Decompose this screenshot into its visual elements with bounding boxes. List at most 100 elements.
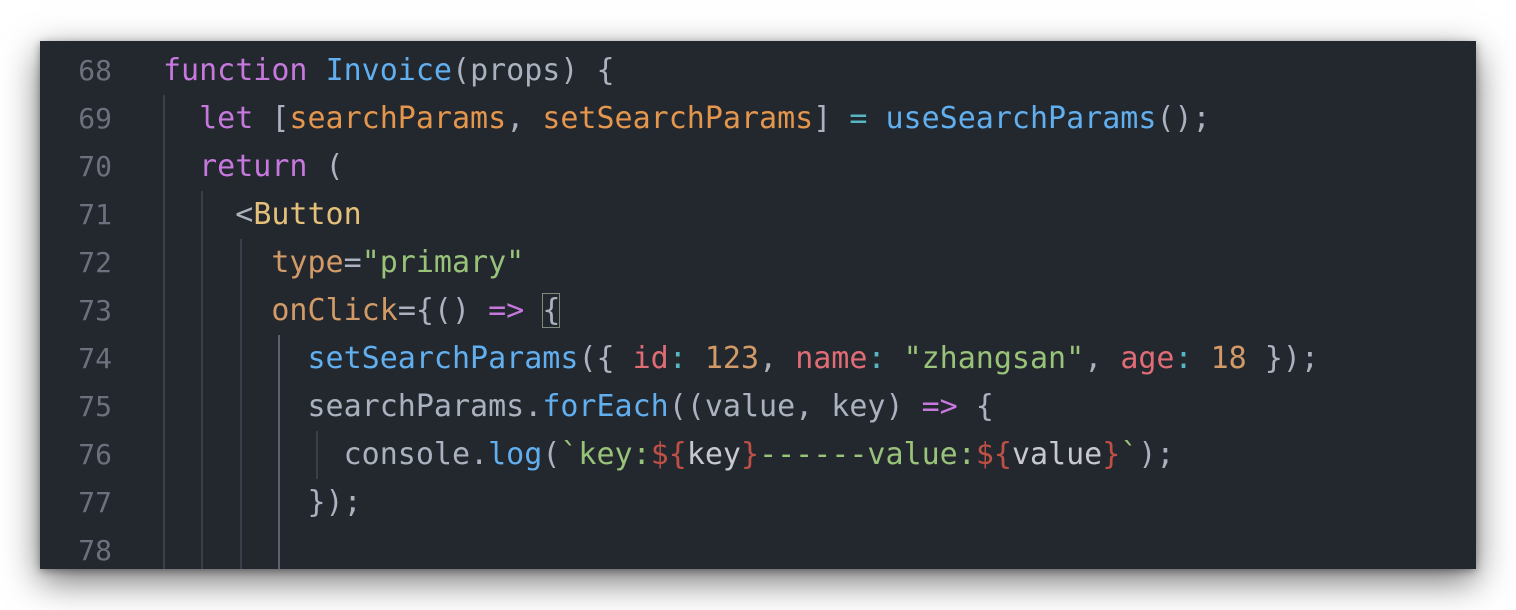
code-token: ( [307, 149, 344, 184]
line-number: 76 [78, 438, 112, 471]
code-token: return [199, 149, 308, 184]
code-text: onClick={() => { [163, 287, 561, 335]
line-number: 78 [78, 534, 112, 567]
code-line[interactable]: 74 setSearchParams({ id: 123, name: "zha… [40, 335, 1476, 383]
code-text: }); [163, 479, 362, 527]
code-token: forEach [542, 389, 669, 424]
indent-guide [240, 239, 242, 569]
code-text: searchParams.forEach((value, key) => { [163, 383, 994, 431]
code-token: => [488, 293, 525, 328]
code-token: = [849, 101, 868, 136]
code-token: { [957, 389, 994, 424]
code-line[interactable]: 69 let [searchParams, setSearchParams] =… [40, 95, 1476, 143]
code-token: }); [1246, 341, 1319, 376]
code-token: function [163, 53, 308, 88]
indent-guide [316, 431, 318, 479]
code-text: return ( [163, 143, 344, 191]
code-line[interactable]: 76 console.log(`key:${key}------value:${… [40, 431, 1476, 479]
code-token: console [343, 437, 471, 472]
code-token: "primary" [361, 245, 525, 280]
code-token: setSearchParams [307, 341, 579, 376]
code-line[interactable]: 71 <Button [40, 191, 1476, 239]
code-token: ( [542, 437, 561, 472]
code-token: let [199, 101, 254, 136]
code-text: <Button [163, 191, 361, 239]
line-number: 72 [78, 246, 112, 279]
code-token: id [632, 341, 669, 376]
code-token: } [1102, 437, 1121, 472]
code-token: useSearchParams [885, 101, 1157, 136]
indent-guide [163, 95, 165, 569]
code-token: ({ [578, 341, 633, 376]
code-token: : [867, 341, 886, 376]
line-number: 68 [78, 54, 112, 87]
code-token: }); [307, 485, 362, 520]
code-token: : [1174, 341, 1193, 376]
code-token: < [163, 197, 254, 232]
code-token: . [524, 389, 543, 424]
code-token: searchParams [307, 389, 525, 424]
code-token: `key: [560, 437, 651, 472]
code-text: function Invoice(props) { [163, 47, 615, 95]
code-token: log [488, 437, 543, 472]
code-line[interactable]: 72 type="primary" [40, 239, 1476, 287]
code-token: Invoice [325, 53, 452, 88]
code-token: : [668, 341, 687, 376]
code-token: props [470, 53, 561, 88]
code-token: type [271, 245, 344, 280]
code-line[interactable]: 75 searchParams.forEach((value, key) => … [40, 383, 1476, 431]
code-token: 123 [704, 341, 760, 376]
line-number: 77 [78, 486, 112, 519]
code-token: } [741, 437, 760, 472]
code-token: = [343, 245, 362, 280]
code-token: ${ [650, 437, 687, 472]
code-editor[interactable]: () 68function Invoice(props) {69 let [se… [40, 41, 1476, 569]
code-token: ------value: [759, 437, 976, 472]
code-text: console.log(`key:${key}------value:${val… [163, 431, 1175, 479]
code-text: setSearchParams({ id: 123, name: "zhangs… [163, 335, 1320, 383]
code-token: searchParams [289, 101, 507, 136]
code-token: (); [1156, 101, 1211, 136]
matched-bracket: { [542, 293, 561, 328]
code-line[interactable]: 70 return ( [40, 143, 1476, 191]
code-token: ); [1138, 437, 1175, 472]
code-token: value [1011, 437, 1103, 472]
code-token: => [921, 389, 958, 424]
code-token: ((value, key) [668, 389, 922, 424]
code-line[interactable]: 77 }); [40, 479, 1476, 527]
line-number: 70 [78, 150, 112, 183]
line-number: 74 [78, 342, 112, 375]
code-token: key [686, 437, 741, 472]
code-line[interactable]: 68 function Invoice(props) { [40, 47, 1476, 95]
indent-guide [278, 335, 280, 569]
code-token: ` [1120, 437, 1139, 472]
code-token: name [795, 341, 868, 376]
code-token: 18 [1210, 341, 1247, 376]
code-line[interactable]: 78 [40, 527, 1476, 569]
code-token: ={() [397, 293, 489, 328]
line-number: 71 [78, 198, 112, 231]
code-token: ( [452, 53, 471, 88]
code-text: type="primary" [163, 239, 524, 287]
code-token: onClick [271, 293, 398, 328]
line-number: 69 [78, 102, 112, 135]
code-text: let [searchParams, setSearchParams] = us… [163, 95, 1211, 143]
code-token: , [506, 101, 543, 136]
code-token: "zhangsan" [903, 341, 1085, 376]
code-token: ] [813, 101, 850, 136]
code-line[interactable]: 73 onClick={() => { [40, 287, 1476, 335]
code-token: age [1120, 341, 1175, 376]
code-token: , [1084, 341, 1121, 376]
